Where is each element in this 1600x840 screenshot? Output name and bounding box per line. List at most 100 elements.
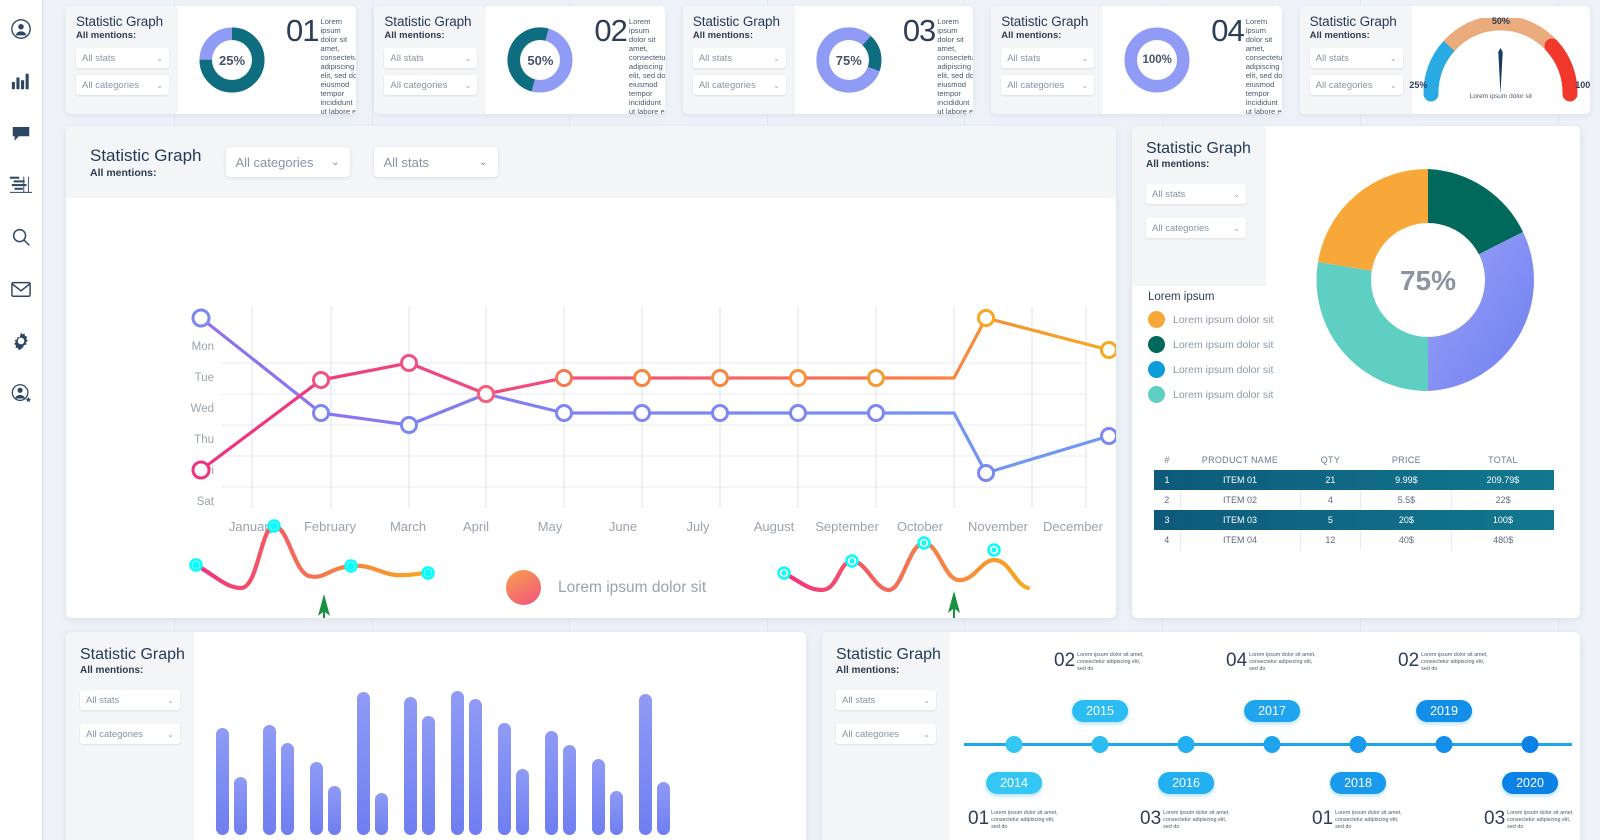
svg-text:Wed: Wed: [191, 403, 214, 415]
timeline-year-pill[interactable]: 2020: [1502, 772, 1558, 794]
legend-item[interactable]: Lorem ipsum dolor sit: [506, 570, 706, 605]
stats-select[interactable]: All stats ⌄: [373, 147, 498, 177]
stat-card-03[interactable]: Statistic Graph All mentions: All stats …: [682, 6, 974, 114]
bar[interactable]: [281, 743, 294, 835]
bar[interactable]: [422, 716, 435, 835]
sidebar-item-gantt[interactable]: [5, 164, 37, 206]
sidebar-item-messages[interactable]: [5, 112, 37, 154]
bar[interactable]: [451, 690, 464, 835]
timeline-node[interactable]: [1005, 736, 1023, 753]
categories-select[interactable]: All categories ⌄: [80, 724, 180, 744]
sidebar-item-analytics[interactable]: [5, 60, 37, 102]
bar[interactable]: [639, 693, 652, 835]
cell-name: ITEM 02: [1179, 490, 1300, 510]
stats-select[interactable]: All stats ⌄: [80, 690, 180, 710]
chevron-down-icon: ⌄: [773, 53, 780, 63]
stats-select[interactable]: All stats ⌄: [692, 48, 786, 68]
bar[interactable]: [310, 761, 323, 835]
table-row[interactable]: 2 ITEM 02 4 5.5$ 22$: [1154, 490, 1554, 510]
timeline-year-pill[interactable]: 2017: [1244, 700, 1300, 722]
timeline-number: 04: [1226, 650, 1248, 671]
line-chart-panel: Statistic Graph All mentions: All catego…: [66, 126, 1116, 618]
timeline-node[interactable]: [1349, 736, 1367, 753]
legend-swatch: [1148, 336, 1165, 353]
bar[interactable]: [404, 697, 417, 835]
timeline-year-pill[interactable]: 2018: [1330, 772, 1386, 794]
bar[interactable]: [592, 758, 605, 835]
cell-index: 1: [1164, 475, 1170, 485]
bar[interactable]: [216, 727, 229, 835]
bar[interactable]: [328, 785, 341, 835]
sidebar-item-settings[interactable]: [5, 320, 37, 362]
stat-card-controls: Statistic Graph All mentions: All stats …: [374, 6, 487, 114]
sidebar-item-mail[interactable]: [5, 268, 37, 310]
timeline-year-pill[interactable]: 2015: [1072, 700, 1128, 722]
chevron-down-icon: ⌄: [156, 53, 163, 63]
legend-item[interactable]: Lorem ipsum dolor sit: [1148, 361, 1273, 378]
bar[interactable]: [516, 768, 529, 835]
sidebar-item-profile[interactable]: [5, 8, 37, 50]
categories-select[interactable]: All categories ⌄: [76, 75, 169, 95]
bar[interactable]: [610, 790, 623, 835]
bar[interactable]: [469, 699, 482, 835]
stats-select[interactable]: All stats ⌄: [1001, 48, 1095, 68]
stat-card-controls: Statistic Graph All mentions: All stats …: [1299, 6, 1412, 114]
stat-card-04[interactable]: Statistic Graph All mentions: All stats …: [991, 6, 1282, 114]
categories-select[interactable]: All categories ⌄: [1146, 218, 1246, 238]
timeline-node[interactable]: [1263, 736, 1281, 753]
timeline-detail: 02 Lorem ipsum dolor sit amet, consectetu…: [1398, 651, 1490, 672]
table-row[interactable]: 3 ITEM 03 5 20$ 100$: [1154, 510, 1554, 530]
bar[interactable]: [375, 792, 388, 835]
categories-select[interactable]: All categories ⌄: [384, 75, 478, 95]
categories-select[interactable]: All categories ⌄: [1001, 75, 1095, 95]
bar[interactable]: [263, 724, 276, 835]
card-number: 01: [286, 13, 319, 48]
categories-select-value: All categories: [698, 79, 756, 91]
lorem-l1: Lorem ipsum: [1245, 17, 1268, 35]
stats-select-value: All stats: [82, 52, 116, 64]
bar-group: [639, 693, 670, 835]
legend-item[interactable]: Lorem ipsum dolor sit: [1148, 336, 1273, 353]
table-row[interactable]: 4 ITEM 04 12 40$ 480$: [1154, 530, 1554, 550]
categories-select[interactable]: All categories ⌄: [836, 724, 936, 744]
timeline-year-pill[interactable]: 2016: [1158, 772, 1214, 794]
bar[interactable]: [234, 777, 247, 835]
stats-select[interactable]: All stats ⌄: [76, 48, 169, 68]
gear-icon: [10, 330, 32, 352]
table-row[interactable]: 1 ITEM 01 21 9.99$ 209.79$: [1154, 470, 1554, 490]
sidebar-item-search[interactable]: [5, 216, 37, 258]
card-title: Statistic Graph: [1309, 14, 1397, 29]
stats-select[interactable]: All stats ⌄: [1146, 184, 1246, 204]
categories-select[interactable]: All categories ⌄: [225, 147, 350, 177]
bar[interactable]: [657, 782, 670, 835]
bar[interactable]: [563, 744, 576, 835]
timeline-node[interactable]: [1091, 736, 1109, 753]
bar-chart-bars: [216, 660, 791, 835]
categories-select[interactable]: All categories ⌄: [692, 75, 786, 95]
stats-select[interactable]: All stats ⌄: [1309, 48, 1403, 68]
timeline-node[interactable]: [1177, 736, 1195, 753]
gantt-chart-icon: [9, 175, 33, 195]
bar[interactable]: [357, 692, 370, 835]
timeline-node[interactable]: [1435, 736, 1453, 753]
stat-card-01[interactable]: Statistic Graph All mentions: All stats …: [66, 6, 357, 114]
stat-card-02[interactable]: Statistic Graph All mentions: All stats …: [374, 6, 665, 114]
stat-card-gauge[interactable]: Statistic Graph All mentions: All stats …: [1299, 6, 1591, 114]
col-price: PRICE: [1391, 455, 1421, 465]
sidebar-item-favorites[interactable]: [5, 372, 37, 414]
stats-select-value: All stats: [390, 52, 424, 64]
stats-select[interactable]: All stats ⌄: [384, 48, 478, 68]
timeline-node[interactable]: [1521, 736, 1539, 753]
timeline-year-pill[interactable]: 2014: [986, 772, 1042, 794]
legend-header: Lorem ipsum: [1148, 291, 1215, 303]
legend-item[interactable]: Lorem ipsum dolor sit: [1148, 311, 1273, 328]
timeline-year-pill[interactable]: 2019: [1416, 700, 1472, 722]
bar[interactable]: [545, 731, 558, 835]
lorem-l4: adipiscing elit, sed do eiusmod tempor i…: [320, 61, 357, 114]
bar[interactable]: [498, 722, 511, 835]
legend-item[interactable]: Lorem ipsum dolor sit: [1148, 386, 1273, 403]
lorem-l2: dolor sit amet,: [1245, 34, 1273, 53]
chevron-down-icon: ⌄: [1233, 223, 1240, 233]
categories-select[interactable]: All categories ⌄: [1309, 75, 1403, 95]
stats-select[interactable]: All stats ⌄: [836, 690, 936, 710]
